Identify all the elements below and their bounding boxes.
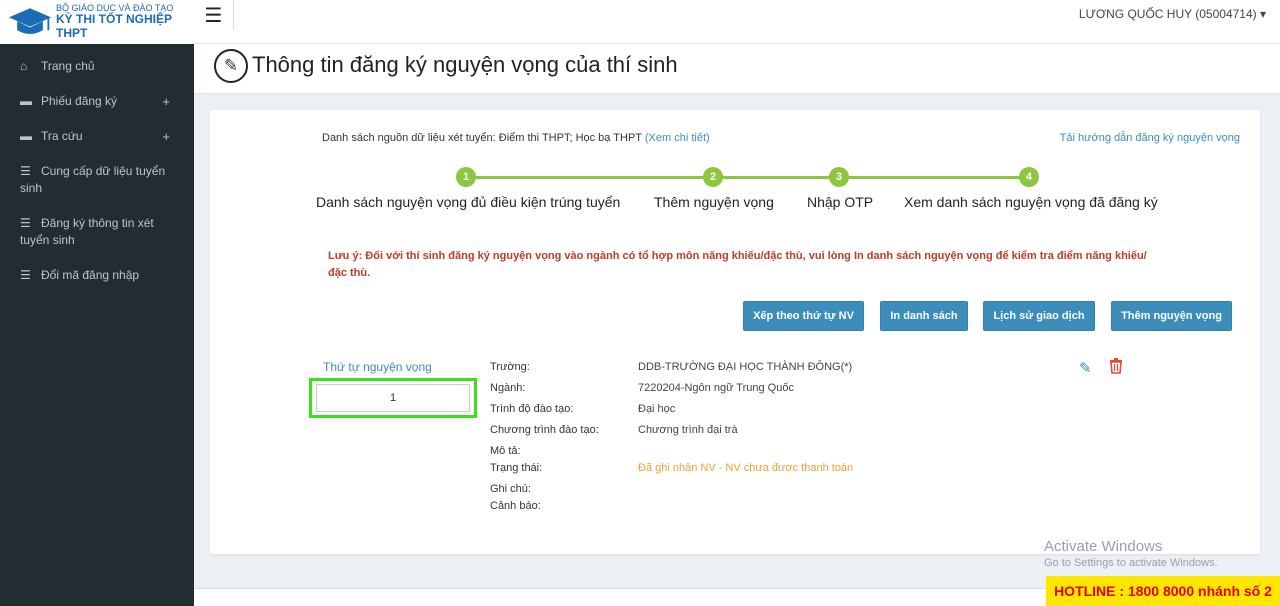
page-header: ✎ Thông tin đăng ký nguyện vọng của thí …	[194, 44, 1280, 94]
sidebar-item-doi-ma-dang-nhap[interactable]: ☰ Đổi mã đăng nhập	[0, 257, 194, 292]
sidebar-item-label: Đổi mã đăng nhập	[41, 268, 140, 282]
sidebar-item-tra-cuu[interactable]: ▬ Tra cứu +	[0, 118, 194, 153]
edit-icon[interactable]: ✎	[1079, 359, 1092, 377]
sort-button[interactable]: Xếp theo thứ tự NV	[743, 301, 864, 331]
step-2-dot[interactable]: 2	[703, 167, 723, 187]
wish-order-highlight	[309, 378, 477, 418]
activate-title: Activate Windows	[1044, 538, 1163, 555]
expand-icon[interactable]: +	[162, 93, 170, 110]
sidebar: BỘ GIÁO DỤC VÀ ĐÀO TẠO KỲ THI TỐT NGHIỆP…	[0, 0, 194, 606]
activate-windows-watermark: Activate Windows Go to Settings to activ…	[1044, 538, 1218, 569]
sidebar-item-dang-ky-thong-tin[interactable]: ☰ Đăng ký thông tin xét tuyển sinh	[0, 205, 194, 257]
level-label: Trình độ đào tạo:	[490, 403, 574, 415]
logo-line-2: KỲ THI TỐT NGHIỆP THPT	[56, 12, 172, 41]
program-value: Chương trình đại trà	[638, 424, 738, 436]
sidebar-item-label: Tra cứu	[41, 129, 83, 143]
wish-order-input[interactable]	[316, 384, 470, 412]
description-label: Mô tả:	[490, 445, 521, 457]
edit-document-icon: ✎	[214, 49, 248, 83]
alert-label: Cảnh báo:	[490, 500, 541, 512]
notes-label: Ghi chú:	[490, 483, 531, 495]
top-header: ☰ LƯƠNG QUỐC HUY (05004714) ▾	[194, 0, 1280, 44]
wish-order-label: Thứ tự nguyện vọng	[323, 360, 432, 374]
step-progress-line	[466, 176, 1029, 179]
footer	[194, 588, 1046, 606]
step-3-dot[interactable]: 3	[829, 167, 849, 187]
sidebar-item-cung-cap-du-lieu[interactable]: ☰ Cung cấp dữ liệu tuyển sinh	[0, 153, 194, 205]
folder-icon: ▬	[20, 94, 32, 108]
step-1-dot[interactable]: 1	[456, 167, 476, 187]
step-1-label[interactable]: Danh sách nguyện vọng đủ điều kiện trúng…	[316, 194, 620, 210]
transaction-history-button[interactable]: Lịch sử giao dịch	[983, 301, 1095, 331]
warning-note: Lưu ý: Đối với thí sinh đăng ký nguyện v…	[328, 250, 1147, 279]
program-label: Chương trình đào tạo:	[490, 424, 599, 436]
main-panel: Danh sách nguồn dữ liệu xét tuyển: Điểm …	[210, 110, 1260, 554]
list-icon: ☰	[20, 216, 31, 230]
sidebar-item-trang-chu[interactable]: ⌂ Trang chủ	[0, 48, 194, 83]
logo[interactable]: BỘ GIÁO DỤC VÀ ĐÀO TẠO KỲ THI TỐT NGHIỆP…	[0, 0, 194, 44]
step-4-dot[interactable]: 4	[1019, 167, 1039, 187]
list-icon: ☰	[20, 268, 31, 282]
view-detail-link[interactable]: (Xem chi tiết)	[645, 132, 710, 144]
status-value: Đã ghi nhận NV - NV chưa được thanh toán	[638, 462, 854, 474]
hamburger-icon[interactable]: ☰	[194, 0, 234, 30]
step-2-label[interactable]: Thêm nguyện vọng	[654, 194, 774, 210]
sidebar-item-label: Cung cấp dữ liệu tuyển sinh	[20, 164, 166, 195]
trash-icon[interactable]	[1109, 358, 1123, 374]
step-3-label[interactable]: Nhập OTP	[807, 194, 873, 210]
sidebar-item-phieu-dang-ky[interactable]: ▬ Phiếu đăng ký +	[0, 83, 194, 118]
graduation-cap-icon	[8, 8, 52, 34]
user-menu[interactable]: LƯƠNG QUỐC HUY (05004714) ▾	[1079, 7, 1266, 21]
data-source-label: Danh sách nguồn dữ liệu xét tuyển: Điểm …	[322, 132, 642, 144]
print-list-button[interactable]: In danh sách	[880, 301, 968, 331]
major-value: 7220204-Ngôn ngữ Trung Quốc	[638, 382, 794, 394]
home-icon: ⌂	[20, 59, 28, 73]
list-icon: ☰	[20, 164, 31, 178]
expand-icon[interactable]: +	[162, 128, 170, 145]
sidebar-menu: ⌂ Trang chủ ▬ Phiếu đăng ký + ▬ Tra cứu + ☰…	[0, 48, 194, 292]
school-value: DDB-TRƯỜNG ĐẠI HỌC THÀNH ĐÔNG(*)	[638, 361, 853, 373]
data-source-line: Danh sách nguồn dữ liệu xét tuyển: Điểm …	[322, 132, 710, 144]
folder-icon: ▬	[20, 129, 32, 143]
sidebar-item-label: Trang chủ	[41, 59, 95, 73]
sidebar-item-label: Đăng ký thông tin xét tuyển sinh	[20, 216, 154, 247]
hotline-banner: HOTLINE : 1800 8000 nhánh số 2	[1046, 576, 1280, 606]
step-4-label[interactable]: Xem danh sách nguyện vọng đã đăng ký	[904, 194, 1158, 210]
page-title: Thông tin đăng ký nguyện vọng của thí si…	[252, 52, 678, 77]
download-guide-link[interactable]: Tải hướng dẫn đăng ký nguyện vọng	[1060, 132, 1240, 144]
level-value: Đại học	[638, 403, 676, 415]
activate-subtitle: Go to Settings to activate Windows.	[1044, 557, 1218, 569]
school-label: Trường:	[490, 361, 530, 373]
status-label: Trạng thái:	[490, 462, 543, 474]
user-name: LƯƠNG QUỐC HUY (05004714)	[1078, 7, 1257, 21]
add-wish-button[interactable]: Thêm nguyện vọng	[1111, 301, 1232, 331]
sidebar-item-label: Phiếu đăng ký	[41, 94, 118, 108]
major-label: Ngành:	[490, 382, 526, 394]
